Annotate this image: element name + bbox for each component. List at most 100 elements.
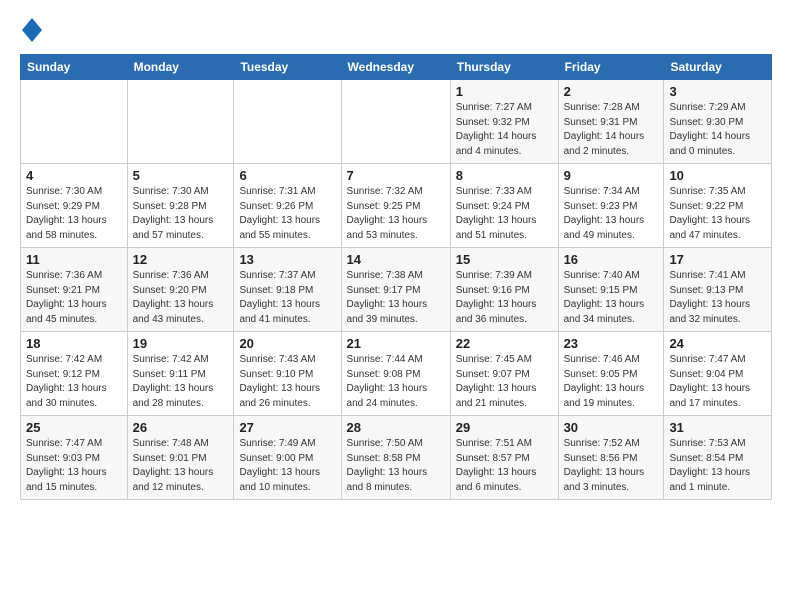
day-info: Sunrise: 7:27 AMSunset: 9:32 PMDaylight:… <box>456 101 553 159</box>
day-info: Sunrise: 7:42 AMSunset: 9:11 PMDaylight:… <box>133 353 229 411</box>
day-number: 13 <box>239 252 335 267</box>
day-info: Sunrise: 7:53 AMSunset: 8:54 PMDaylight:… <box>669 437 766 495</box>
day-number: 22 <box>456 336 553 351</box>
day-number: 26 <box>133 420 229 435</box>
day-number: 12 <box>133 252 229 267</box>
calendar-cell: 13 Sunrise: 7:37 AMSunset: 9:18 PMDayligh… <box>234 248 341 332</box>
day-number: 20 <box>239 336 335 351</box>
day-number: 5 <box>133 168 229 183</box>
week-row-5: 25 Sunrise: 7:47 AMSunset: 9:03 PMDayligh… <box>21 416 772 500</box>
calendar-cell: 7 Sunrise: 7:32 AMSunset: 9:25 PMDaylight… <box>341 164 450 248</box>
calendar-cell: 6Sunrise: 7:31 AMSunset: 9:26 PMDaylight… <box>234 164 341 248</box>
day-header-monday: Monday <box>127 55 234 80</box>
day-header-friday: Friday <box>558 55 664 80</box>
calendar-cell: 29 Sunrise: 7:51 AMSunset: 8:57 PMDayligh… <box>450 416 558 500</box>
day-info: Sunrise: 7:35 AMSunset: 9:22 PMDaylight:… <box>669 185 766 243</box>
day-number: 24 <box>669 336 766 351</box>
day-number: 31 <box>669 420 766 435</box>
calendar-cell: 28 Sunrise: 7:50 AMSunset: 8:58 PMDayligh… <box>341 416 450 500</box>
calendar-header-row: SundayMondayTuesdayWednesdayThursdayFrid… <box>21 55 772 80</box>
calendar-cell: 16 Sunrise: 7:40 AMSunset: 9:15 PMDayligh… <box>558 248 664 332</box>
calendar-cell: 23 Sunrise: 7:46 AMSunset: 9:05 PMDayligh… <box>558 332 664 416</box>
day-header-saturday: Saturday <box>664 55 772 80</box>
logo-icon <box>22 16 42 44</box>
day-number: 8 <box>456 168 553 183</box>
calendar-cell <box>234 80 341 164</box>
day-header-sunday: Sunday <box>21 55 128 80</box>
day-number: 21 <box>347 336 445 351</box>
week-row-3: 11 Sunrise: 7:36 AMSunset: 9:21 PMDayligh… <box>21 248 772 332</box>
day-number: 14 <box>347 252 445 267</box>
calendar-cell: 30Sunrise: 7:52 AMSunset: 8:56 PMDayligh… <box>558 416 664 500</box>
day-info: Sunrise: 7:49 AMSunset: 9:00 PMDaylight:… <box>239 437 335 495</box>
day-header-wednesday: Wednesday <box>341 55 450 80</box>
day-info: Sunrise: 7:28 AMSunset: 9:31 PMDaylight:… <box>564 101 659 159</box>
day-number: 15 <box>456 252 553 267</box>
day-number: 9 <box>564 168 659 183</box>
calendar-cell: 12 Sunrise: 7:36 AMSunset: 9:20 PMDayligh… <box>127 248 234 332</box>
day-info: Sunrise: 7:40 AMSunset: 9:15 PMDaylight:… <box>564 269 659 327</box>
calendar-cell: 24 Sunrise: 7:47 AMSunset: 9:04 PMDayligh… <box>664 332 772 416</box>
day-info: Sunrise: 7:52 AMSunset: 8:56 PMDaylight:… <box>564 437 659 495</box>
calendar-cell: 4Sunrise: 7:30 AMSunset: 9:29 PMDaylight… <box>21 164 128 248</box>
day-info: Sunrise: 7:44 AMSunset: 9:08 PMDaylight:… <box>347 353 445 411</box>
calendar-cell: 3 Sunrise: 7:29 AMSunset: 9:30 PMDaylight… <box>664 80 772 164</box>
day-info: Sunrise: 7:45 AMSunset: 9:07 PMDaylight:… <box>456 353 553 411</box>
day-number: 11 <box>26 252 122 267</box>
day-info: Sunrise: 7:36 AMSunset: 9:21 PMDaylight:… <box>26 269 122 327</box>
logo <box>20 16 42 44</box>
calendar-cell: 17 Sunrise: 7:41 AMSunset: 9:13 PMDayligh… <box>664 248 772 332</box>
day-number: 2 <box>564 84 659 99</box>
day-info: Sunrise: 7:30 AMSunset: 9:29 PMDaylight:… <box>26 185 122 243</box>
week-row-2: 4Sunrise: 7:30 AMSunset: 9:29 PMDaylight… <box>21 164 772 248</box>
calendar-cell: 5 Sunrise: 7:30 AMSunset: 9:28 PMDaylight… <box>127 164 234 248</box>
day-info: Sunrise: 7:32 AMSunset: 9:25 PMDaylight:… <box>347 185 445 243</box>
day-info: Sunrise: 7:41 AMSunset: 9:13 PMDaylight:… <box>669 269 766 327</box>
calendar-cell <box>21 80 128 164</box>
day-info: Sunrise: 7:42 AMSunset: 9:12 PMDaylight:… <box>26 353 122 411</box>
calendar-cell: 31 Sunrise: 7:53 AMSunset: 8:54 PMDayligh… <box>664 416 772 500</box>
day-info: Sunrise: 7:38 AMSunset: 9:17 PMDaylight:… <box>347 269 445 327</box>
calendar-cell: 1Sunrise: 7:27 AMSunset: 9:32 PMDaylight… <box>450 80 558 164</box>
header <box>20 16 772 44</box>
day-info: Sunrise: 7:47 AMSunset: 9:03 PMDaylight:… <box>26 437 122 495</box>
day-number: 29 <box>456 420 553 435</box>
calendar-cell: 20Sunrise: 7:43 AMSunset: 9:10 PMDayligh… <box>234 332 341 416</box>
page: SundayMondayTuesdayWednesdayThursdayFrid… <box>0 0 792 510</box>
day-info: Sunrise: 7:51 AMSunset: 8:57 PMDaylight:… <box>456 437 553 495</box>
day-info: Sunrise: 7:30 AMSunset: 9:28 PMDaylight:… <box>133 185 229 243</box>
calendar: SundayMondayTuesdayWednesdayThursdayFrid… <box>20 54 772 500</box>
calendar-cell <box>127 80 234 164</box>
calendar-cell: 22 Sunrise: 7:45 AMSunset: 9:07 PMDayligh… <box>450 332 558 416</box>
day-number: 7 <box>347 168 445 183</box>
calendar-cell: 18 Sunrise: 7:42 AMSunset: 9:12 PMDayligh… <box>21 332 128 416</box>
week-row-4: 18 Sunrise: 7:42 AMSunset: 9:12 PMDayligh… <box>21 332 772 416</box>
calendar-cell <box>341 80 450 164</box>
day-number: 18 <box>26 336 122 351</box>
week-row-1: 1Sunrise: 7:27 AMSunset: 9:32 PMDaylight… <box>21 80 772 164</box>
day-number: 3 <box>669 84 766 99</box>
day-info: Sunrise: 7:36 AMSunset: 9:20 PMDaylight:… <box>133 269 229 327</box>
calendar-cell: 15Sunrise: 7:39 AMSunset: 9:16 PMDayligh… <box>450 248 558 332</box>
day-info: Sunrise: 7:29 AMSunset: 9:30 PMDaylight:… <box>669 101 766 159</box>
day-number: 17 <box>669 252 766 267</box>
calendar-cell: 2 Sunrise: 7:28 AMSunset: 9:31 PMDaylight… <box>558 80 664 164</box>
calendar-cell: 26 Sunrise: 7:48 AMSunset: 9:01 PMDayligh… <box>127 416 234 500</box>
day-number: 19 <box>133 336 229 351</box>
day-number: 10 <box>669 168 766 183</box>
day-info: Sunrise: 7:48 AMSunset: 9:01 PMDaylight:… <box>133 437 229 495</box>
day-number: 28 <box>347 420 445 435</box>
day-header-tuesday: Tuesday <box>234 55 341 80</box>
day-number: 23 <box>564 336 659 351</box>
calendar-cell: 27 Sunrise: 7:49 AMSunset: 9:00 PMDayligh… <box>234 416 341 500</box>
day-info: Sunrise: 7:33 AMSunset: 9:24 PMDaylight:… <box>456 185 553 243</box>
day-header-thursday: Thursday <box>450 55 558 80</box>
day-info: Sunrise: 7:37 AMSunset: 9:18 PMDaylight:… <box>239 269 335 327</box>
calendar-cell: 9Sunrise: 7:34 AMSunset: 9:23 PMDaylight… <box>558 164 664 248</box>
day-info: Sunrise: 7:50 AMSunset: 8:58 PMDaylight:… <box>347 437 445 495</box>
day-number: 27 <box>239 420 335 435</box>
day-number: 25 <box>26 420 122 435</box>
day-info: Sunrise: 7:46 AMSunset: 9:05 PMDaylight:… <box>564 353 659 411</box>
day-info: Sunrise: 7:47 AMSunset: 9:04 PMDaylight:… <box>669 353 766 411</box>
day-number: 16 <box>564 252 659 267</box>
